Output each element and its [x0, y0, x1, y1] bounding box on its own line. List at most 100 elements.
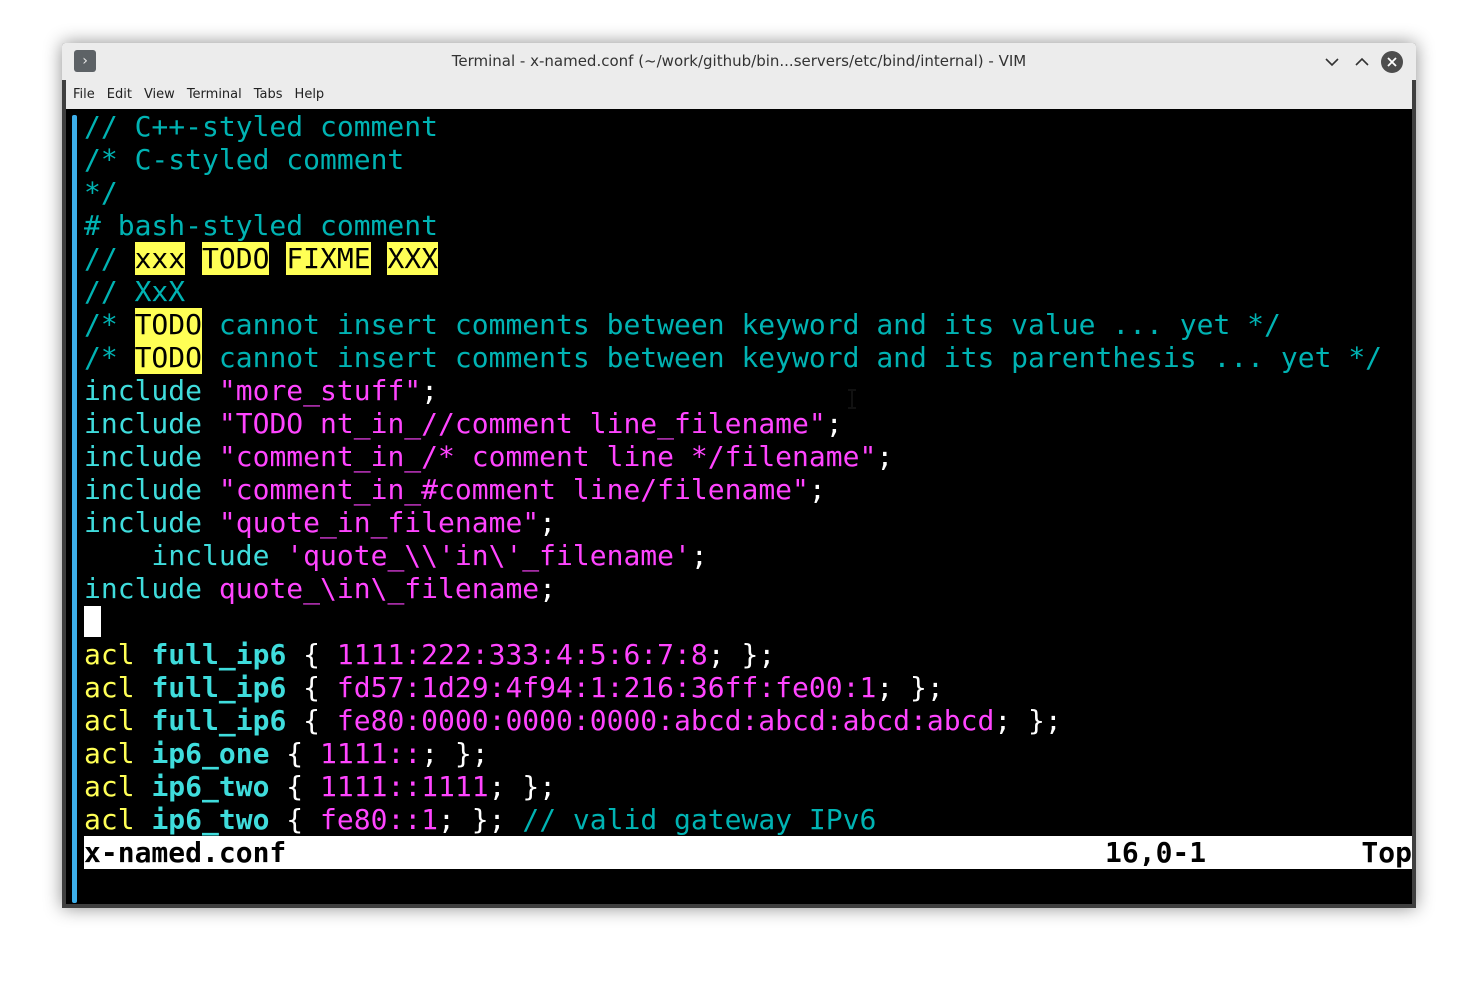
chevron-up-icon	[1355, 57, 1369, 66]
code-token: include	[84, 407, 203, 440]
code-line: /* C-styled comment	[84, 143, 1414, 176]
menu-tabs[interactable]: Tabs	[248, 80, 289, 109]
code-token: ;	[539, 572, 557, 605]
code-token: quote_\in\_filename	[218, 572, 540, 605]
code-token: // XxX	[84, 275, 186, 308]
code-token: 1111::	[320, 737, 422, 770]
code-token: "more_stuff"	[218, 374, 422, 407]
todo-highlight: TODO	[134, 341, 203, 374]
code-line: include "quote_in_filename";	[84, 506, 1414, 539]
code-token: /*	[84, 308, 135, 341]
code-token: //	[84, 242, 135, 275]
status-scroll-position: Top	[1361, 836, 1412, 869]
code-token: acl	[84, 803, 135, 836]
terminal-area[interactable]: // C++-styled comment/* C-styled comment…	[66, 109, 1412, 904]
menu-bar: File Edit View Terminal Tabs Help	[66, 80, 1412, 109]
code-line: // xxx TODO FIXME XXX	[84, 242, 1414, 275]
terminal-prompt-icon[interactable]: ›	[74, 50, 96, 72]
code-line: acl ip6_two { 1111::1111; };	[84, 770, 1414, 803]
code-token: ;	[421, 374, 439, 407]
chevron-down-icon	[1325, 58, 1339, 67]
vim-statusline: x-named.conf 16,0-1 Top	[84, 836, 1412, 869]
code-token: acl	[84, 704, 135, 737]
focus-indicator	[72, 115, 77, 903]
code-token: full_ip6	[151, 704, 287, 737]
code-token: // valid gateway IPv6	[522, 803, 877, 836]
maximize-button[interactable]	[1350, 50, 1374, 74]
code-token: full_ip6	[151, 638, 287, 671]
code-token: include	[84, 572, 203, 605]
code-token: ; };	[707, 638, 776, 671]
menu-file[interactable]: File	[66, 80, 101, 109]
todo-highlight: TODO	[202, 242, 270, 275]
code-token: # bash-styled comment	[84, 209, 439, 242]
code-token: ;	[876, 440, 894, 473]
menu-edit[interactable]: Edit	[101, 80, 138, 109]
title-bar[interactable]: Terminal - x-named.conf (~/work/github/b…	[62, 43, 1416, 80]
text-cursor-icon	[848, 389, 856, 409]
code-token: acl	[84, 671, 135, 704]
code-token: {	[286, 704, 337, 737]
code-line: include "TODO nt_in_//comment line_filen…	[84, 407, 1414, 440]
code-line: include quote_\in\_filename;	[84, 572, 1414, 605]
code-token: full_ip6	[151, 671, 287, 704]
code-token: ; };	[994, 704, 1062, 737]
code-token: acl	[84, 737, 135, 770]
todo-highlight: XXX	[387, 242, 439, 275]
code-line: include "comment_in_#comment line/filena…	[84, 473, 1414, 506]
code-token: {	[269, 737, 321, 770]
code-token: {	[286, 671, 337, 704]
code-line: // XxX	[84, 275, 1414, 308]
code-token: ;	[825, 407, 843, 440]
code-line: acl full_ip6 { fd57:1d29:4f94:1:216:36ff…	[84, 671, 1414, 704]
code-token: ; };	[488, 770, 557, 803]
code-token: fd57:1d29:4f94:1:216:36ff:fe00:1	[336, 671, 877, 704]
code-token: 1111:222:333:4:5:6:7:8	[336, 638, 708, 671]
code-token: */	[84, 176, 118, 209]
menu-terminal[interactable]: Terminal	[181, 80, 248, 109]
code-token: include	[84, 473, 203, 506]
code-token: 1111::1111	[320, 770, 489, 803]
code-token: acl	[84, 638, 135, 671]
close-icon	[1387, 57, 1397, 67]
code-token: ip6_two	[151, 770, 270, 803]
terminal-window: Terminal - x-named.conf (~/work/github/b…	[62, 43, 1416, 908]
code-token: "comment_in_#comment line/filename"	[218, 473, 809, 506]
minimize-button[interactable]	[1320, 50, 1344, 74]
code-token: 'quote_\\'in\'_filename'	[286, 539, 691, 572]
vim-buffer[interactable]: // C++-styled comment/* C-styled comment…	[84, 110, 1414, 836]
code-token: acl	[84, 770, 135, 803]
code-token: fe80:0000:0000:0000:abcd:abcd:abcd:abcd	[336, 704, 995, 737]
code-line: # bash-styled comment	[84, 209, 1414, 242]
code-token: ;	[808, 473, 826, 506]
code-token: ; };	[421, 737, 489, 770]
menu-view[interactable]: View	[138, 80, 181, 109]
code-token: include	[84, 374, 203, 407]
status-filename: x-named.conf	[84, 836, 287, 869]
code-token: include	[84, 440, 203, 473]
code-line: acl ip6_two { fe80::1; }; // valid gatew…	[84, 803, 1414, 836]
code-line: include 'quote_\\'in\'_filename';	[84, 539, 1414, 572]
code-line: include "comment_in_/* comment line */fi…	[84, 440, 1414, 473]
code-token: "quote_in_filename"	[218, 506, 540, 539]
code-token: {	[286, 638, 337, 671]
code-token: ;	[539, 506, 557, 539]
code-token: ip6_two	[151, 803, 270, 836]
code-line: /* TODO cannot insert comments between k…	[84, 308, 1414, 341]
code-line: // C++-styled comment	[84, 110, 1414, 143]
menu-help[interactable]: Help	[289, 80, 331, 109]
code-line: acl full_ip6 { 1111:222:333:4:5:6:7:8; }…	[84, 638, 1414, 671]
code-token: // C++-styled comment	[84, 110, 439, 143]
code-line: acl ip6_one { 1111::; };	[84, 737, 1414, 770]
close-button[interactable]	[1381, 51, 1403, 73]
window-title: Terminal - x-named.conf (~/work/github/b…	[451, 52, 1027, 70]
